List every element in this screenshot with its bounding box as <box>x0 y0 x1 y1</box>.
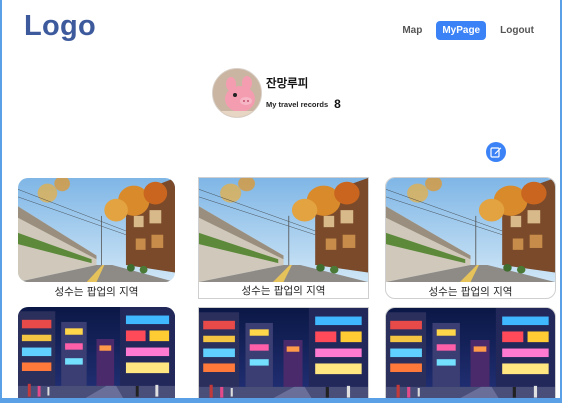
nav-logout[interactable]: Logout <box>496 22 538 39</box>
window-bottom-border <box>2 398 562 403</box>
post-photo <box>386 308 555 403</box>
avatar-image <box>213 69 261 117</box>
top-nav: Map MyPage Logout <box>398 21 538 40</box>
post-photo <box>18 307 175 403</box>
post-card[interactable]: 성수는 팝업의 지역 <box>385 177 556 299</box>
edit-icon <box>490 147 502 158</box>
post-caption: 성수는 팝업의 지역 <box>54 286 139 298</box>
post-card[interactable] <box>198 307 369 403</box>
post-card[interactable] <box>385 307 556 403</box>
profile-header: 잔망루피 My travel records 8 <box>212 68 341 118</box>
avatar <box>212 68 262 118</box>
post-photo <box>18 178 175 282</box>
nav-map[interactable]: Map <box>398 22 426 39</box>
post-card[interactable]: 성수는 팝업의 지역 <box>198 177 369 299</box>
post-photo <box>199 178 368 282</box>
records-label: My travel records <box>266 99 329 109</box>
post-photo <box>386 178 555 282</box>
post-photo <box>199 308 368 403</box>
profile-name: 잔망루피 <box>266 78 309 90</box>
records-count: 8 <box>334 97 341 111</box>
post-caption: 성수는 팝업의 지역 <box>241 285 326 297</box>
nav-mypage[interactable]: MyPage <box>436 21 487 40</box>
post-caption: 성수는 팝업의 지역 <box>428 286 513 298</box>
post-card[interactable] <box>18 307 175 403</box>
edit-button[interactable] <box>486 142 506 162</box>
logo[interactable]: Logo <box>24 10 96 43</box>
post-card[interactable]: 성수는 팝업의 지역 <box>18 178 175 300</box>
